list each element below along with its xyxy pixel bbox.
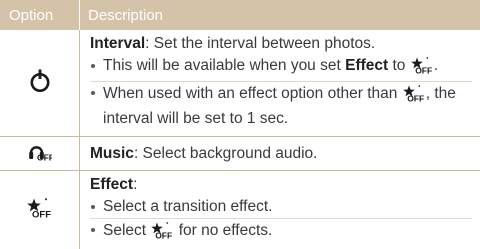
- description-heading: Effect:: [90, 174, 472, 195]
- description-cell: Music: Select background audio.: [80, 137, 480, 170]
- table-row-music: OFF Music: Select background audio.: [0, 137, 480, 171]
- table-row-interval: Interval: Set the interval between photo…: [0, 30, 480, 137]
- svg-text:OFF: OFF: [407, 94, 424, 103]
- option-cell: [0, 30, 80, 136]
- table-row-effect: OFF Effect: Select a transition effect. …: [0, 171, 480, 249]
- effect-off-icon: OFF: [410, 57, 433, 80]
- header-description: Description: [88, 6, 164, 24]
- description-cell: Interval: Set the interval between photo…: [80, 30, 480, 136]
- bullet-text: .: [433, 57, 439, 74]
- svg-text:OFF: OFF: [32, 209, 51, 218]
- option-cell: OFF: [0, 171, 80, 249]
- option-name: Interval: [90, 35, 146, 52]
- description-heading: Music: Select background audio.: [90, 143, 472, 164]
- list-item: When used with an effect option other th…: [90, 81, 472, 129]
- bullet-text: When used with an effect option other th…: [103, 85, 402, 102]
- header-option: Option: [0, 0, 80, 30]
- option-name: Music: [90, 145, 134, 162]
- option-summary: :: [133, 176, 138, 193]
- effect-off-icon: OFF: [26, 197, 53, 223]
- bullet-text: Select: [103, 222, 151, 239]
- bullet-text: for no effects.: [174, 222, 273, 239]
- description-heading: Interval: Set the interval between photo…: [90, 33, 472, 54]
- bullet-keyword: Effect: [345, 57, 389, 74]
- music-off-icon: OFF: [28, 141, 54, 166]
- option-summary: : Set the interval between photos.: [145, 35, 376, 52]
- bullet-text: This will be available when you set: [103, 57, 346, 74]
- effect-off-icon: OFF: [151, 222, 173, 245]
- option-table: Option Description Interval: Set the int…: [0, 0, 480, 249]
- svg-text:OFF: OFF: [156, 231, 173, 240]
- effect-off-icon: OFF: [402, 85, 425, 108]
- table-header: Option Description: [0, 0, 480, 30]
- description-cell: Effect: Select a transition effect. Sele…: [80, 171, 480, 249]
- option-cell: OFF: [0, 137, 80, 170]
- list-item: Select a transition effect.: [90, 196, 472, 217]
- svg-text:OFF: OFF: [37, 153, 52, 162]
- list-item: This will be available when you set Effe…: [90, 55, 472, 80]
- svg-text:OFF: OFF: [415, 66, 432, 75]
- option-summary: : Select background audio.: [133, 145, 318, 162]
- timer-off-icon: [29, 69, 51, 98]
- list-item: Select OFF for no effects.: [90, 218, 472, 245]
- bullet-text: to: [388, 57, 410, 74]
- option-name: Effect: [90, 176, 134, 193]
